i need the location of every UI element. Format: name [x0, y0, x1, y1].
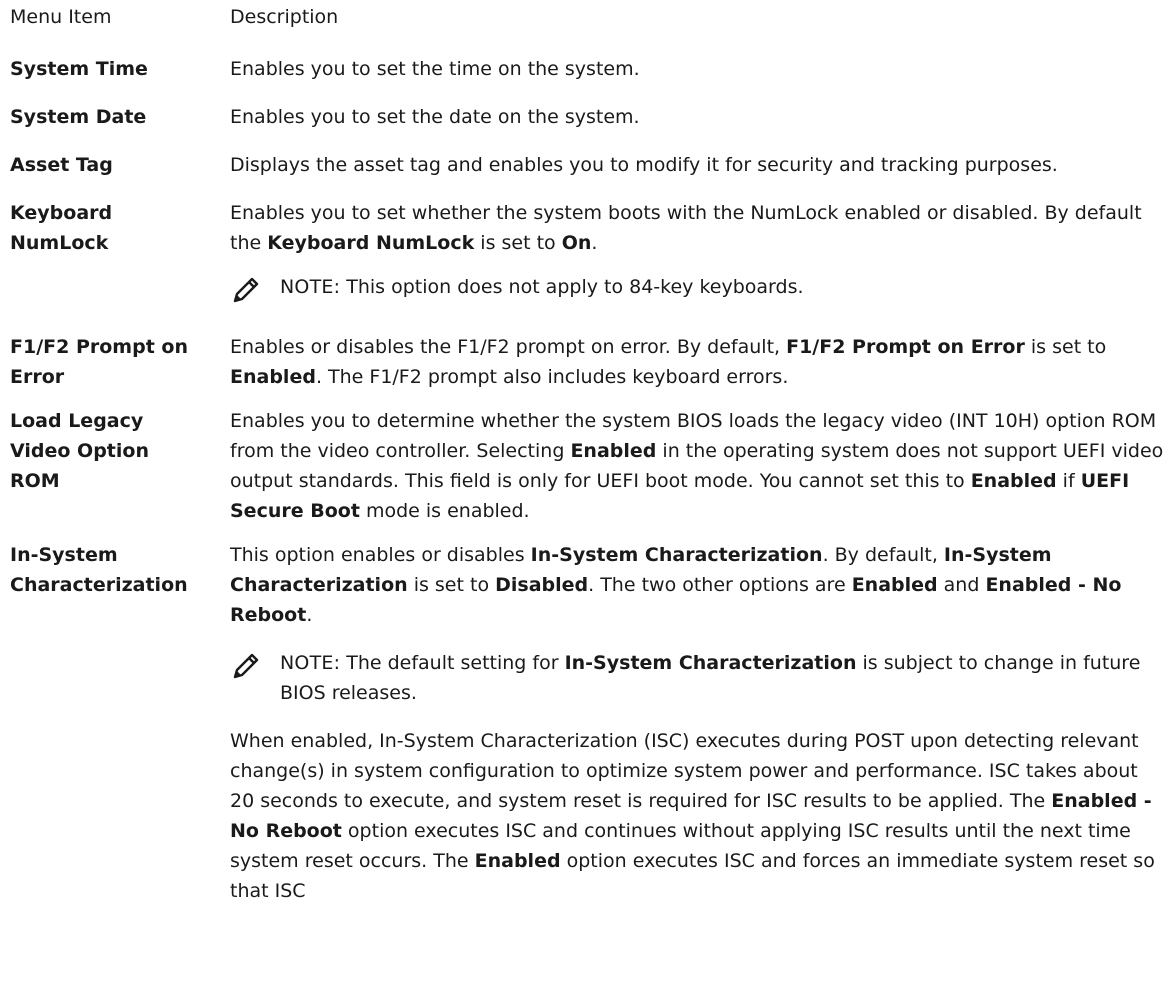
bold-run: F1/F2 Prompt on Error — [786, 336, 1025, 358]
bold-run: Enabled — [230, 366, 316, 388]
menu-item-system-date: System Date — [10, 106, 147, 128]
text-run: When enabled, In-System Characterization… — [230, 730, 1139, 812]
note-label: NOTE: — [280, 652, 341, 674]
pencil-note-icon — [233, 653, 259, 679]
table-row: Load Legacy Video Option ROM Enables you… — [0, 406, 1169, 526]
note-label: NOTE: — [280, 276, 341, 298]
description-paragraph: When enabled, In-System Characterization… — [230, 726, 1165, 906]
table-row: In-System Characterization This option e… — [0, 540, 1169, 906]
table-row: System Time Enables you to set the time … — [0, 54, 1169, 84]
bold-run: Disabled — [495, 574, 589, 596]
bold-run: In-System Characterization — [530, 544, 823, 566]
text-run: is set to — [1024, 336, 1107, 358]
text-run: This option enables or disables — [230, 544, 531, 566]
description-in-system-characterization: This option enables or disables In-Syste… — [230, 540, 1169, 906]
bold-run: Enabled — [970, 470, 1057, 492]
text-run: and — [937, 574, 986, 596]
menu-item-line: ROM — [10, 470, 60, 492]
text-run: This option does not apply to 84-key key… — [340, 276, 804, 298]
table-row: Keyboard NumLock Enables you to set whet… — [0, 198, 1169, 304]
pencil-note-icon — [233, 277, 259, 303]
menu-item-in-system-characterization: In-System Characterization — [0, 540, 230, 600]
menu-item-asset-tag: Asset Tag — [10, 154, 113, 176]
menu-item-keyboard-numlock: Keyboard NumLock — [0, 198, 230, 258]
menu-item-line: NumLock — [10, 232, 109, 254]
note-text: NOTE: This option does not apply to 84-k… — [280, 272, 804, 302]
header-description: Description — [230, 6, 339, 28]
menu-item-line: Keyboard — [10, 202, 113, 224]
menu-item-line: Characterization — [10, 574, 188, 596]
bold-run: Enabled — [474, 850, 561, 872]
bold-run: On — [561, 232, 592, 254]
text-run: . — [591, 232, 598, 254]
bold-run: Keyboard NumLock — [267, 232, 475, 254]
menu-item-line: Error — [10, 366, 65, 388]
menu-item-line: Load Legacy — [10, 410, 144, 432]
header-menu-item: Menu Item — [10, 6, 112, 28]
bold-run: In-System Characterization — [564, 652, 857, 674]
table-row: System Date Enables you to set the date … — [0, 102, 1169, 132]
menu-item-line: In-System — [10, 544, 118, 566]
text-run: . The two other options are — [588, 574, 852, 596]
text-run: Enables or disables the F1/F2 prompt on … — [230, 336, 787, 358]
text-run: . — [306, 604, 313, 626]
description-system-date: Enables you to set the date on the syste… — [230, 106, 640, 128]
menu-item-line: F1/F2 Prompt on — [10, 336, 188, 358]
description-load-legacy-video: Enables you to determine whether the sys… — [230, 406, 1169, 526]
description-asset-tag: Displays the asset tag and enables you t… — [230, 154, 1058, 176]
text-run: mode is enabled. — [359, 500, 530, 522]
text-run: is set to — [407, 574, 496, 596]
bold-run: Enabled — [851, 574, 938, 596]
text-run: The default setting for — [340, 652, 565, 674]
text-run: is set to — [474, 232, 562, 254]
note-block: NOTE: The default setting for In-System … — [230, 648, 1165, 708]
bios-settings-table: Menu Item Description System Time Enable… — [0, 0, 1169, 906]
description-text: This option enables or disables In-Syste… — [230, 540, 1165, 630]
text-run: . The F1/F2 prompt also includes keyboar… — [315, 366, 789, 388]
description-keyboard-numlock: Enables you to set whether the system bo… — [230, 198, 1169, 304]
menu-item-load-legacy-video: Load Legacy Video Option ROM — [0, 406, 230, 496]
menu-item-line: Video Option — [10, 440, 149, 462]
text-run: . By default, — [822, 544, 944, 566]
note-block: NOTE: This option does not apply to 84-k… — [230, 272, 1165, 304]
menu-item-system-time: System Time — [10, 58, 148, 80]
bold-run: Enabled — [570, 440, 657, 462]
table-row: Asset Tag Displays the asset tag and ena… — [0, 150, 1169, 180]
text-run: if — [1056, 470, 1081, 492]
table-header: Menu Item Description — [0, 0, 1169, 38]
description-text: Enables you to set whether the system bo… — [230, 198, 1165, 258]
table-row: F1/F2 Prompt on Error Enables or disable… — [0, 332, 1169, 392]
menu-item-f1f2-prompt: F1/F2 Prompt on Error — [0, 332, 230, 392]
description-f1f2-prompt: Enables or disables the F1/F2 prompt on … — [230, 332, 1169, 392]
note-text: NOTE: The default setting for In-System … — [280, 648, 1165, 708]
description-system-time: Enables you to set the time on the syste… — [230, 58, 640, 80]
